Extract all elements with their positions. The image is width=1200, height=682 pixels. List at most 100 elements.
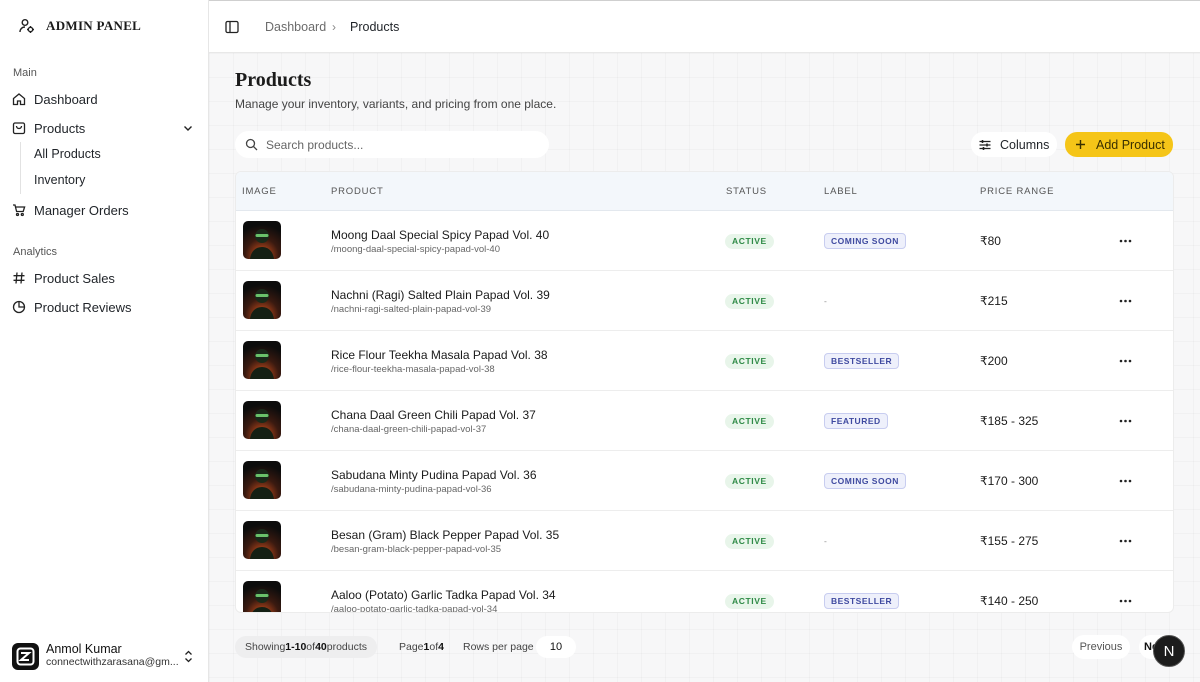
products-table: IMAGE PRODUCT STATUS LABEL PRICE RANGE M…: [235, 171, 1174, 613]
product-thumbnail[interactable]: [243, 461, 281, 499]
chevron-down-icon[interactable]: [182, 122, 194, 134]
showing-count: Showing 1-10 of 40 products: [235, 636, 378, 658]
more-options-icon[interactable]: [1119, 356, 1132, 366]
product-thumbnail[interactable]: [243, 281, 281, 319]
rows-per-page-label: Rows per page: [463, 641, 534, 653]
product-thumbnail[interactable]: [243, 341, 281, 379]
more-options-icon[interactable]: [1119, 236, 1132, 246]
sidebar-item-product-sales[interactable]: Product Sales: [12, 265, 196, 291]
user-email: connectwithzarasana@gm...: [46, 656, 179, 668]
search-input[interactable]: [266, 137, 526, 152]
page-indicator: Page 1 of 4: [399, 636, 444, 658]
product-thumbnail[interactable]: [243, 521, 281, 559]
product-name[interactable]: Nachni (Ragi) Salted Plain Papad Vol. 39: [331, 288, 550, 302]
showing-prefix: Showing: [245, 641, 286, 653]
hash-icon: [13, 272, 25, 284]
cart-icon: [13, 204, 26, 217]
product-thumbnail[interactable]: [243, 221, 281, 259]
search-box[interactable]: [235, 131, 549, 158]
price-range: ₹140 - 250: [980, 594, 1039, 608]
brand[interactable]: ADMIN PANEL: [18, 17, 141, 35]
product-image-icon: [243, 521, 281, 559]
more-options-icon[interactable]: [1119, 476, 1132, 486]
status-badge: ACTIVE: [725, 474, 774, 489]
label-badge: -: [824, 296, 828, 306]
page-of: of: [429, 641, 439, 653]
product-name[interactable]: Chana Daal Green Chili Papad Vol. 37: [331, 408, 536, 422]
columns-label: Columns: [1000, 137, 1050, 152]
sidebar-item-manager-orders[interactable]: Manager Orders: [12, 197, 196, 223]
table-row[interactable]: Nachni (Ragi) Salted Plain Papad Vol. 39…: [236, 271, 1173, 331]
product-slug: /aaloo-potato-garlic-tadka-papad-vol-34: [331, 604, 498, 613]
table-row[interactable]: Moong Daal Special Spicy Papad Vol. 40/m…: [236, 211, 1173, 271]
header-label[interactable]: LABEL: [824, 186, 858, 197]
main-content: Products Manage your inventory, variants…: [209, 53, 1200, 682]
sidebar-item-products[interactable]: Products: [12, 115, 196, 141]
sidebar-item-label: Manager Orders: [34, 202, 129, 218]
table-row[interactable]: Aaloo (Potato) Garlic Tadka Papad Vol. 3…: [236, 571, 1173, 613]
product-slug: /rice-flour-teekha-masala-papad-vol-38: [331, 364, 495, 375]
showing-suffix: products: [326, 641, 368, 653]
header-image: IMAGE: [242, 186, 277, 197]
sidebar: ADMIN PANEL Main Dashboard Products All …: [0, 0, 209, 682]
product-thumbnail[interactable]: [243, 581, 281, 612]
table-row[interactable]: Besan (Gram) Black Pepper Papad Vol. 35 /…: [236, 511, 1173, 571]
header-product[interactable]: PRODUCT: [331, 186, 384, 197]
showing-range: 1-10: [285, 641, 307, 653]
logo-icon: [16, 647, 35, 665]
brand-name: ADMIN PANEL: [46, 18, 142, 33]
product-image-icon: [243, 341, 281, 379]
price-range: ₹155 - 275: [980, 534, 1039, 548]
columns-button[interactable]: Columns: [971, 132, 1057, 157]
add-product-label: Add Product: [1096, 137, 1165, 152]
search-icon: [245, 138, 258, 151]
product-thumbnail[interactable]: [243, 401, 281, 439]
product-image-icon: [243, 461, 281, 499]
breadcrumb-current: Products: [350, 20, 400, 34]
add-product-button[interactable]: Add Product: [1065, 132, 1173, 157]
product-image-icon: [243, 581, 281, 612]
table-row[interactable]: Chana Daal Green Chili Papad Vol. 37/cha…: [236, 391, 1173, 451]
product-name[interactable]: Aaloo (Potato) Garlic Tadka Papad Vol. 3…: [331, 588, 556, 602]
sidebar-toggle-icon[interactable]: [225, 20, 239, 34]
label-badge: COMING SOON: [824, 233, 906, 249]
product-slug: /besan-gram-black-pepper-papad-vol-35: [331, 544, 502, 555]
rows-per-page-select[interactable]: 10: [536, 636, 576, 658]
table-row[interactable]: Sabudana Minty Pudina Papad Vol. 36/sabu…: [236, 451, 1173, 511]
product-image-icon: [243, 401, 281, 439]
sidebar-subitem-inventory[interactable]: Inventory: [34, 173, 85, 187]
sliders-icon: [979, 139, 991, 150]
user-menu[interactable]: Anmol Kumar connectwithzarasana@gm...: [12, 641, 198, 671]
product-image-icon: [243, 221, 281, 259]
page-title: Products: [235, 69, 312, 91]
more-options-icon[interactable]: [1119, 596, 1132, 606]
product-image-icon: [243, 281, 281, 319]
previous-button[interactable]: Previous: [1072, 635, 1130, 659]
status-badge: ACTIVE: [725, 594, 774, 609]
sidebar-item-product-reviews[interactable]: Product Reviews: [12, 294, 196, 320]
more-options-icon[interactable]: [1119, 536, 1132, 546]
status-badge: ACTIVE: [725, 534, 774, 549]
sidebar-subitem-all-products[interactable]: All Products: [34, 147, 101, 161]
price-range: ₹215: [980, 294, 1008, 308]
header-price-range[interactable]: PRICE RANGE: [980, 186, 1054, 197]
section-label-analytics: Analytics: [13, 246, 58, 258]
table-row[interactable]: Rice Flour Teekha Masala Papad Vol. 38/r…: [236, 331, 1173, 391]
floating-assistant-button[interactable]: N: [1153, 635, 1185, 667]
plus-icon: [1076, 140, 1085, 149]
product-name[interactable]: Sabudana Minty Pudina Papad Vol. 36: [331, 468, 537, 482]
product-name[interactable]: Moong Daal Special Spicy Papad Vol. 40: [331, 228, 549, 242]
products-submenu: All Products Inventory: [20, 142, 190, 194]
more-options-icon[interactable]: [1119, 416, 1132, 426]
more-options-icon[interactable]: [1119, 296, 1132, 306]
product-name[interactable]: Besan (Gram) Black Pepper Papad Vol. 35: [331, 528, 559, 542]
home-icon: [12, 93, 26, 106]
user-meta: Anmol Kumar connectwithzarasana@gm...: [46, 643, 179, 669]
price-range: ₹170 - 300: [980, 474, 1039, 488]
product-name[interactable]: Rice Flour Teekha Masala Papad Vol. 38: [331, 348, 548, 362]
sidebar-item-dashboard[interactable]: Dashboard: [12, 86, 196, 112]
chevrons-up-down-icon[interactable]: [183, 650, 194, 663]
sidebar-item-label: Product Reviews: [34, 299, 132, 315]
breadcrumb-dashboard[interactable]: Dashboard: [265, 20, 326, 34]
header-status[interactable]: STATUS: [726, 186, 767, 197]
